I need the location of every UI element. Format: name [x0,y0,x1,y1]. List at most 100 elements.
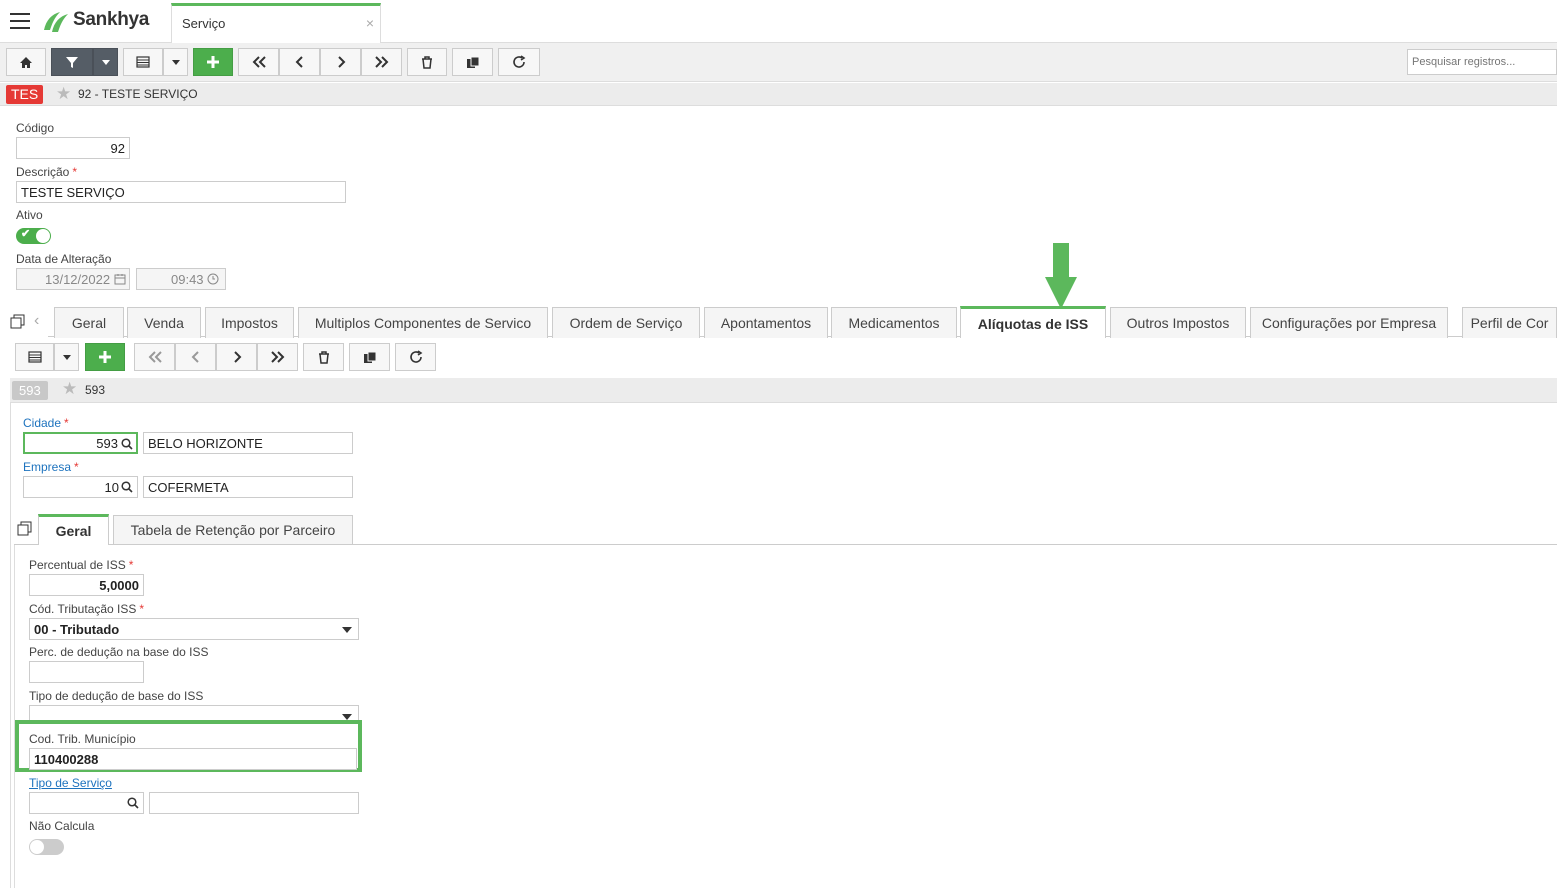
tab-outros-impostos[interactable]: Outros Impostos [1110,307,1246,338]
chevron-left-icon [191,351,199,363]
cod-tributacao-iss-select[interactable]: 00 - Tributado [29,618,359,640]
tab-apontamentos[interactable]: Apontamentos [704,307,828,338]
sub-record-header: 593 ★ 593 [10,378,1557,403]
inner-tab-geral[interactable]: Geral [38,514,109,545]
tab-venda[interactable]: Venda [127,307,201,338]
collapse-tabs-icon[interactable] [10,314,26,330]
cod-trib-municipio-label: Cod. Trib. Município [29,732,136,746]
tab-label: Multiplos Componentes de Servico [314,315,532,331]
tab-label: Alíquotas de ISS [977,315,1089,332]
tabs-scroll-left-icon[interactable]: ‹ [34,312,39,330]
refresh-icon [409,350,422,363]
filter-button[interactable] [51,48,93,76]
cod-tributacao-iss-value: 00 - Tributado [34,622,120,637]
sub-add-button[interactable] [85,343,125,371]
main-toolbar [0,43,1557,82]
percentual-iss-label: Percentual de ISS * [29,558,134,572]
first-record-button[interactable] [238,48,279,76]
tab-label: Medicamentos [848,315,940,331]
filter-icon [66,56,78,68]
home-icon [20,56,32,68]
tipo-servico-name-field[interactable] [149,792,359,814]
tab-impostos[interactable]: Impostos [205,307,294,338]
codigo-field[interactable]: 92 [16,137,130,159]
tipo-servico-code-field[interactable] [29,792,144,814]
sub-first-record-button[interactable] [134,343,175,371]
empresa-name-field[interactable]: COFERMETA [143,476,353,498]
sub-favorite-star-icon[interactable]: ★ [62,379,77,399]
tab-label: Impostos [221,315,278,331]
filter-dropdown-button[interactable] [93,48,118,76]
close-icon[interactable]: × [366,15,374,31]
caret-down-icon [101,59,110,65]
nao-calcula-label: Não Calcula [29,819,95,833]
chevron-right-icon [337,56,345,68]
app-tab-label: Serviço [182,16,226,31]
previous-record-button[interactable] [279,48,320,76]
perc-deducao-field[interactable] [29,661,144,683]
grid-icon [27,351,42,363]
sub-grid-view-button[interactable] [15,343,54,371]
cod-tributacao-iss-label: Cód. Tributação ISS * [29,602,145,616]
record-header: TES ★ 92 - TESTE SERVIÇO [0,83,1557,106]
refresh-button[interactable] [498,48,540,76]
dropdown-arrow-icon [342,627,352,633]
cidade-code-field[interactable]: 593 [23,432,138,454]
collapse-inner-tabs-icon[interactable] [17,521,33,537]
next-record-button[interactable] [320,48,361,76]
menu-icon[interactable] [10,13,30,29]
nao-calcula-toggle[interactable] [29,839,64,855]
favorite-star-icon[interactable]: ★ [56,84,71,104]
double-chevron-right-icon [270,351,284,363]
view-dropdown-button[interactable] [163,48,188,76]
tab-multiplos-componentes-de-servico[interactable]: Multiplos Componentes de Servico [298,307,548,338]
caret-down-icon [171,59,180,65]
sub-delete-button[interactable] [303,343,344,371]
copy-button[interactable] [452,48,493,76]
inner-tab-tabela-retencao[interactable]: Tabela de Retenção por Parceiro [113,515,353,544]
brand-name: Sankhya [73,9,150,30]
cod-trib-municipio-field[interactable]: 110400288 [29,748,357,770]
grid-view-button[interactable] [123,48,163,76]
tipo-servico-label[interactable]: Tipo de Serviço [29,776,112,790]
empresa-code-field[interactable]: 10 [23,476,138,498]
sub-next-record-button[interactable] [216,343,257,371]
inner-panel-border [14,545,15,888]
clock-icon [207,273,219,285]
app-tab-servico[interactable]: Serviço × [171,3,381,43]
sub-refresh-button[interactable] [395,343,436,371]
tab-ordem-de-servico[interactable]: Ordem de Serviço [552,307,700,338]
sub-last-record-button[interactable] [257,343,298,371]
tab-label: Perfil de Cor [1470,315,1549,331]
tab-aliquotas-de-iss[interactable]: Alíquotas de ISS [960,306,1106,338]
cidade-name-field[interactable]: BELO HORIZONTE [143,432,353,454]
data-alteracao-field[interactable]: 13/12/2022 [16,268,130,290]
trash-icon [422,55,432,69]
sub-view-dropdown-button[interactable] [54,343,79,371]
percentual-iss-field[interactable]: 5,0000 [29,574,144,596]
sub-record-badge: 593 [12,381,48,400]
home-button[interactable] [6,48,46,76]
sub-previous-record-button[interactable] [175,343,216,371]
copy-icon [363,351,376,363]
tab-perfil-de-cor[interactable]: Perfil de Cor [1462,307,1557,338]
add-button[interactable] [193,48,233,76]
descricao-field[interactable]: TESTE SERVIÇO [16,181,346,203]
tab-medicamentos[interactable]: Medicamentos [831,307,957,338]
record-badge: TES [6,85,44,104]
plus-icon [207,56,219,68]
tab-configuracoes-por-empresa[interactable]: Configurações por Empresa [1250,307,1448,338]
hora-alteracao-field[interactable]: 09:43 [136,268,226,290]
search-icon[interactable] [121,438,133,450]
tipo-deducao-label: Tipo de dedução de base do ISS [29,689,204,703]
tab-geral[interactable]: Geral [54,307,124,338]
search-icon[interactable] [127,797,139,809]
ativo-toggle[interactable]: ✔ [16,228,51,244]
tab-label: Configurações por Empresa [1261,315,1437,331]
search-input[interactable] [1407,49,1557,75]
search-icon[interactable] [121,481,133,493]
delete-button[interactable] [407,48,447,76]
double-chevron-right-icon [374,56,388,68]
last-record-button[interactable] [361,48,402,76]
sub-copy-button[interactable] [349,343,390,371]
